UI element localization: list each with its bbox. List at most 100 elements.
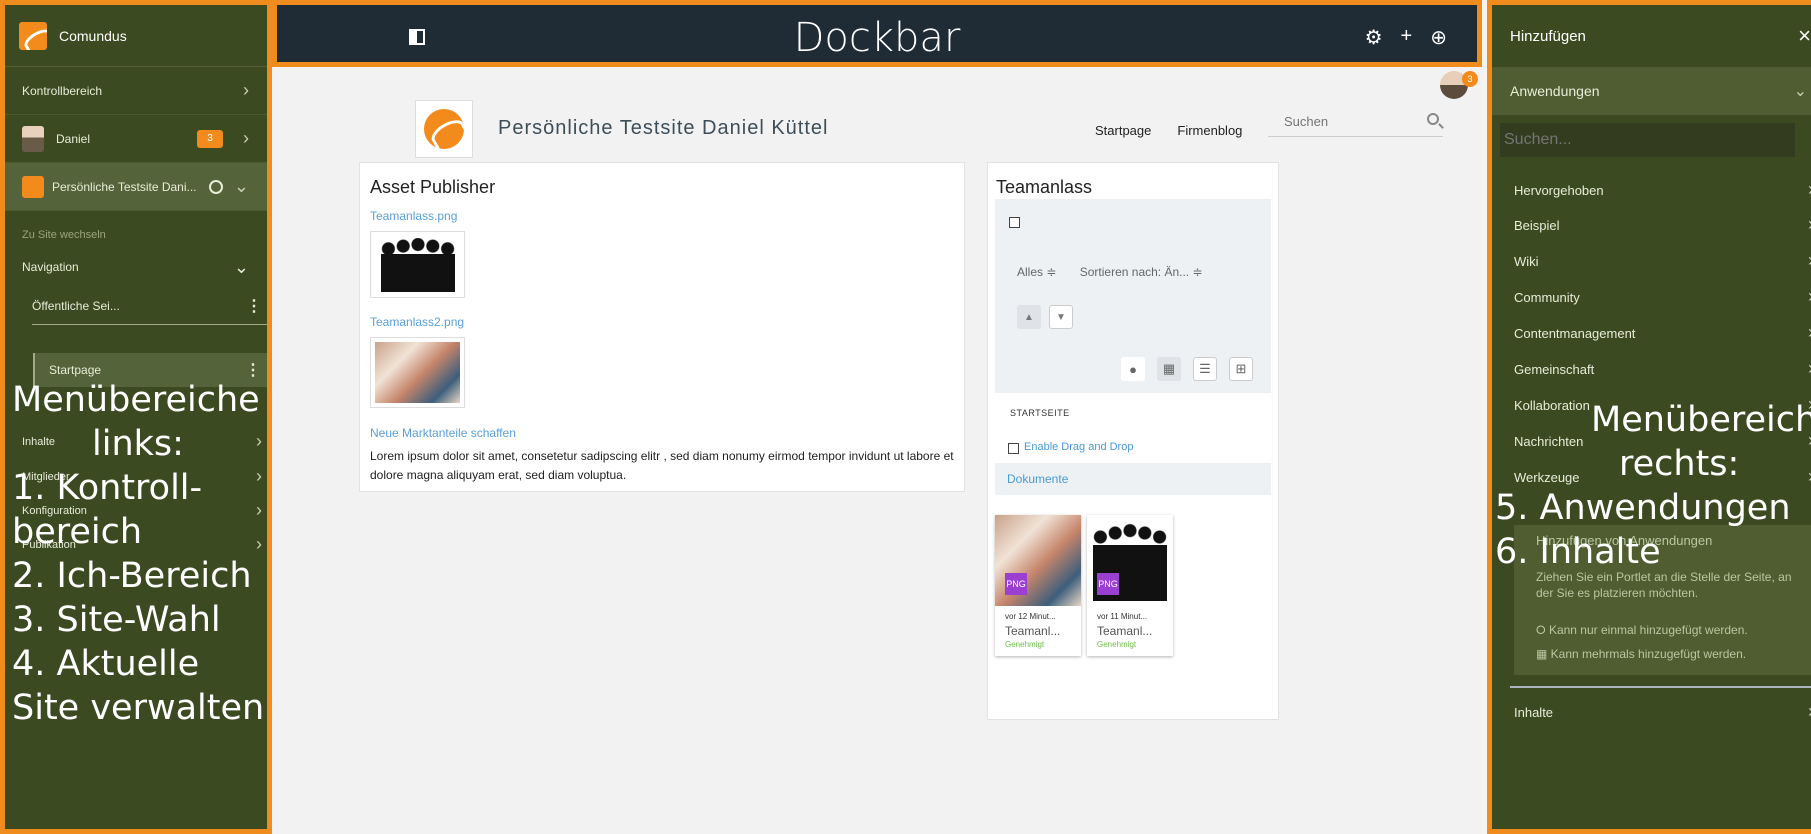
- add-panel-header: Hinzufügen ×: [1492, 5, 1811, 67]
- circle-icon: ⭘: [1536, 623, 1549, 637]
- document-card[interactable]: PNG vor 11 Minut... Teamanl... Genehmigt: [1087, 515, 1173, 656]
- annotation-line: 2. Ich-Bereich: [12, 556, 252, 596]
- annotation-line: rechts:: [1619, 444, 1740, 484]
- category-gemeinschaft[interactable]: Gemeinschaft›: [1514, 358, 1811, 378]
- category-label: Hervorgehoben: [1514, 183, 1604, 198]
- portlet-title: Teamanlass: [996, 177, 1093, 197]
- dockbar-title: Dockbar: [793, 15, 961, 61]
- hands-image: [375, 342, 460, 403]
- globe-icon[interactable]: ⊕: [1430, 25, 1447, 50]
- site-selector[interactable]: Persönliche Testsite Dani... ⌄: [5, 163, 267, 211]
- sort-ascending-icon[interactable]: ▲: [1017, 305, 1041, 329]
- close-icon[interactable]: ×: [1798, 23, 1811, 49]
- legend-multiple-label: Kann mehrmals hinzugefügt werden.: [1550, 647, 1747, 661]
- main-content: 3 Persönliche Testsite Daniel Küttel Sta…: [272, 67, 1482, 834]
- file-type-badge: PNG: [1005, 573, 1027, 595]
- document-name[interactable]: Teamanl...: [1097, 624, 1152, 638]
- left-annotation: Menübereiche links: 1. Kontroll- bereich…: [12, 378, 274, 730]
- site-logo[interactable]: [415, 100, 473, 158]
- file-type-badge: PNG: [1097, 573, 1119, 595]
- chevron-down-icon: ⌄: [1793, 83, 1807, 100]
- document-card[interactable]: PNG vor 12 Minut... Teamanl... Genehmigt: [995, 515, 1081, 656]
- chevron-right-icon: ›: [243, 80, 249, 100]
- annotation-line: 4. Aktuelle: [12, 644, 200, 684]
- annotation-line: 3. Site-Wahl: [12, 600, 221, 640]
- search-icon[interactable]: [1427, 113, 1439, 125]
- plus-icon[interactable]: +: [1401, 25, 1413, 50]
- category-community[interactable]: Community›: [1514, 286, 1811, 306]
- navigation-section[interactable]: Navigation ⌄: [5, 247, 267, 287]
- navigation-label: Navigation: [22, 260, 79, 274]
- select-all-checkbox[interactable]: [1009, 217, 1020, 228]
- more-options-icon[interactable]: ⋮: [245, 360, 261, 380]
- drag-drop-label[interactable]: Enable Drag and Drop: [1024, 441, 1133, 453]
- notification-badge: 3: [197, 129, 223, 148]
- thumbnail-teamanlass2[interactable]: [370, 337, 465, 408]
- list-view-icon[interactable]: ☰: [1193, 357, 1217, 381]
- document-status: Genehmigt: [1005, 640, 1045, 649]
- more-options-icon[interactable]: ⋮: [246, 296, 262, 316]
- chevron-right-icon: ›: [243, 128, 249, 148]
- sort-select[interactable]: Sortieren nach: Än... ≑: [1080, 265, 1203, 279]
- legend-single: ⭘ Kann nur einmal hinzugefügt werden.: [1536, 623, 1748, 638]
- brand[interactable]: Comundus: [5, 5, 267, 67]
- document-status: Genehmigt: [1097, 640, 1137, 649]
- brand-name: Comundus: [59, 27, 127, 44]
- divider: [1510, 686, 1811, 688]
- portlet-title: Asset Publisher: [370, 177, 496, 197]
- asset-publisher-portlet: Asset Publisher Teamanlass.png Teamanlas…: [359, 162, 965, 492]
- gear-icon[interactable]: ⚙: [1365, 25, 1383, 50]
- applications-section[interactable]: Anwendungen ⌄: [1492, 67, 1811, 115]
- compass-icon[interactable]: [209, 179, 223, 194]
- kontrollbereich-item[interactable]: Kontrollbereich ›: [5, 67, 267, 115]
- annotation-line: Site verwalten: [12, 688, 265, 728]
- nav-link-startpage[interactable]: Startpage: [1095, 123, 1151, 138]
- people-silhouette-image: [381, 238, 455, 292]
- category-hervorgehoben[interactable]: Hervorgehoben›: [1514, 179, 1811, 199]
- category-contentmanagement[interactable]: Contentmanagement›: [1514, 322, 1811, 342]
- category-label: Beispiel: [1514, 218, 1560, 233]
- breadcrumb-documents[interactable]: Dokumente: [995, 463, 1271, 495]
- annotation-line: 1. Kontroll-: [12, 468, 203, 508]
- article-body: Lorem ipsum dolor sit amet, consetetur s…: [370, 449, 954, 482]
- table-view-icon[interactable]: ⊞: [1229, 357, 1253, 381]
- switch-site-link[interactable]: Zu Site wechseln: [5, 211, 267, 247]
- article-title-link[interactable]: Neue Marktanteile schaffen: [370, 426, 516, 440]
- applications-search-input[interactable]: [1500, 123, 1795, 157]
- contents-label: Inhalte: [1514, 705, 1554, 720]
- asset-link-teamanlass[interactable]: Teamanlass.png: [370, 209, 457, 223]
- kontrollbereich-label: Kontrollbereich: [22, 83, 103, 98]
- annotation-line: Menübereiche: [1591, 400, 1811, 440]
- annotation-line: links:: [92, 424, 184, 464]
- public-pages-select[interactable]: Öffentliche Sei... ⋮: [32, 287, 267, 325]
- drag-drop-checkbox[interactable]: [1008, 443, 1019, 454]
- user-area-item[interactable]: Daniel 3 ›: [5, 115, 267, 163]
- sort-descending-icon[interactable]: ▼: [1049, 305, 1073, 329]
- category-label: Contentmanagement: [1514, 326, 1636, 341]
- screen: Comundus Kontrollbereich › Daniel 3 › Pe…: [0, 0, 1811, 834]
- site-name: Persönliche Testsite Dani...: [52, 179, 197, 194]
- site-search: [1268, 107, 1443, 137]
- info-icon[interactable]: ●: [1121, 357, 1145, 381]
- annotation-line: 5. Anwendungen: [1495, 488, 1791, 528]
- filter-select[interactable]: Alles ≑: [1017, 265, 1056, 279]
- contents-section[interactable]: Inhalte ›: [1514, 701, 1811, 721]
- document-name[interactable]: Teamanl...: [1005, 624, 1060, 638]
- thumbnail-teamanlass[interactable]: [370, 231, 465, 298]
- company-logo-icon: [19, 21, 47, 50]
- startpage-label: Startpage: [49, 363, 102, 377]
- category-beispiel[interactable]: Beispiel›: [1514, 214, 1811, 234]
- document-meta: vor 11 Minut...: [1097, 612, 1148, 621]
- site-icon: [22, 175, 44, 198]
- category-wiki[interactable]: Wiki›: [1514, 250, 1811, 270]
- breadcrumb[interactable]: STARTSEITE: [1010, 408, 1070, 418]
- document-meta: vor 12 Minut...: [1005, 612, 1056, 621]
- legend-single-label: Kann nur einmal hinzugefügt werden.: [1548, 623, 1748, 637]
- grid-view-icon[interactable]: ▦: [1157, 357, 1181, 381]
- nav-link-firmenblog[interactable]: Firmenblog: [1177, 123, 1242, 138]
- search-input[interactable]: [1268, 107, 1408, 135]
- teamanlass-portlet: Teamanlass Alles ≑ Sortieren nach: Än...…: [987, 162, 1279, 720]
- chevron-down-icon: ⌄: [233, 176, 249, 196]
- legend-multiple: ▦ Kann mehrmals hinzugefügt werden.: [1536, 647, 1746, 661]
- asset-link-teamanlass2[interactable]: Teamanlass2.png: [370, 315, 464, 329]
